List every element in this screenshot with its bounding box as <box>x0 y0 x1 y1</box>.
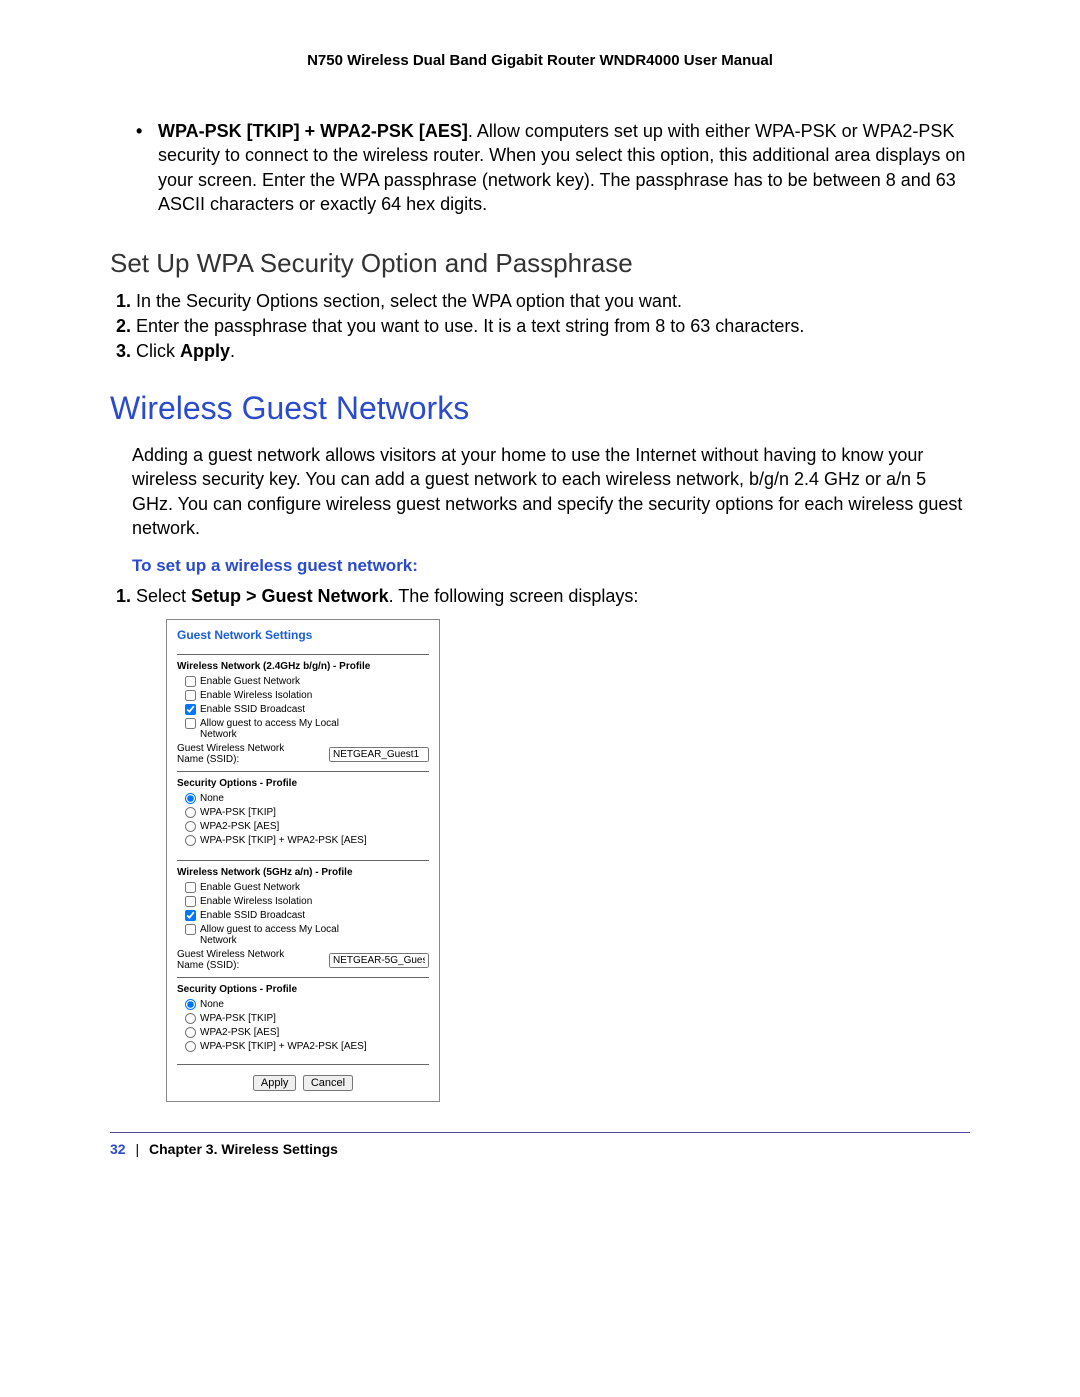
document-title: N750 Wireless Dual Band Gigabit Router W… <box>110 52 970 69</box>
sec-5-wpa2-aes-radio[interactable] <box>185 1027 196 1038</box>
wireless-isolation-5-checkbox[interactable] <box>185 896 196 907</box>
step-2: Enter the passphrase that you want to us… <box>136 316 970 337</box>
cancel-button[interactable]: Cancel <box>303 1075 353 1091</box>
guest-step-1-c: . The following screen displays: <box>389 586 639 606</box>
sec-5-wpa2-aes-label: WPA2-PSK [AES] <box>200 1027 279 1038</box>
sec-5-mixed-label: WPA-PSK [TKIP] + WPA2-PSK [AES] <box>200 1041 367 1052</box>
enable-guest-24-checkbox[interactable] <box>185 676 196 687</box>
ssid-broadcast-24-label: Enable SSID Broadcast <box>200 704 305 715</box>
guest-step-1-b: Setup > Guest Network <box>191 586 389 606</box>
security-24-head: Security Options - Profile <box>177 778 429 789</box>
sec-5-wpa-tkip-label: WPA-PSK [TKIP] <box>200 1013 276 1024</box>
page-number: 32 <box>110 1141 126 1157</box>
ssid-5-input[interactable] <box>329 953 429 968</box>
guest-network-settings-panel: Guest Network Settings Wireless Network … <box>166 619 440 1102</box>
sec-5-none-label: None <box>200 999 224 1010</box>
subhead-setup-guest: To set up a wireless guest network: <box>132 556 970 576</box>
sec-24-wpa2-aes-radio[interactable] <box>185 821 196 832</box>
allow-local-5-label: Allow guest to access My Local Network <box>200 924 340 946</box>
enable-guest-5-checkbox[interactable] <box>185 882 196 893</box>
band-24-head: Wireless Network (2.4GHz b/g/n) - Profil… <box>177 661 429 672</box>
sec-5-none-radio[interactable] <box>185 999 196 1010</box>
sec-24-none-label: None <box>200 793 224 804</box>
apply-button[interactable]: Apply <box>253 1075 297 1091</box>
heading-guest-networks: Wireless Guest Networks <box>110 390 970 427</box>
sec-24-wpa-tkip-label: WPA-PSK [TKIP] <box>200 807 276 818</box>
step-1: In the Security Options section, select … <box>136 291 970 312</box>
heading-setup-wpa: Set Up WPA Security Option and Passphras… <box>110 248 970 279</box>
panel-title: Guest Network Settings <box>177 628 429 642</box>
allow-local-24-checkbox[interactable] <box>185 718 196 729</box>
sec-5-mixed-radio[interactable] <box>185 1041 196 1052</box>
bullet-dot: • <box>136 119 158 216</box>
ssid-24-input[interactable] <box>329 747 429 762</box>
ssid-24-label: Guest Wireless Network Name (SSID): <box>177 743 297 765</box>
chapter-label: Chapter 3. Wireless Settings <box>149 1141 338 1157</box>
bullet-wpa-mixed: • WPA-PSK [TKIP] + WPA2-PSK [AES]. Allow… <box>136 119 970 216</box>
ssid-broadcast-5-label: Enable SSID Broadcast <box>200 910 305 921</box>
sec-24-mixed-radio[interactable] <box>185 835 196 846</box>
enable-guest-24-label: Enable Guest Network <box>200 676 300 687</box>
step-3: Click Apply. <box>136 341 970 362</box>
security-5-head: Security Options - Profile <box>177 984 429 995</box>
ssid-5-label: Guest Wireless Network Name (SSID): <box>177 949 297 971</box>
page-footer: 32 | Chapter 3. Wireless Settings <box>110 1141 970 1157</box>
wireless-isolation-24-label: Enable Wireless Isolation <box>200 690 312 701</box>
guest-intro-paragraph: Adding a guest network allows visitors a… <box>132 443 970 540</box>
steps-guest: Select Setup > Guest Network. The follow… <box>136 586 970 607</box>
sec-24-wpa-tkip-radio[interactable] <box>185 807 196 818</box>
guest-step-1: Select Setup > Guest Network. The follow… <box>136 586 970 607</box>
allow-local-24-label: Allow guest to access My Local Network <box>200 718 340 740</box>
step-3-c: . <box>230 341 235 361</box>
sec-24-mixed-label: WPA-PSK [TKIP] + WPA2-PSK [AES] <box>200 835 367 846</box>
ssid-broadcast-5-checkbox[interactable] <box>185 910 196 921</box>
allow-local-5-checkbox[interactable] <box>185 924 196 935</box>
bullet-lead-bold: WPA-PSK [TKIP] + WPA2-PSK [AES] <box>158 121 468 141</box>
sec-24-wpa2-aes-label: WPA2-PSK [AES] <box>200 821 279 832</box>
wireless-isolation-5-label: Enable Wireless Isolation <box>200 896 312 907</box>
steps-wpa: In the Security Options section, select … <box>136 291 970 362</box>
sec-24-none-radio[interactable] <box>185 793 196 804</box>
enable-guest-5-label: Enable Guest Network <box>200 882 300 893</box>
step-3-b: Apply <box>180 341 230 361</box>
guest-step-1-a: Select <box>136 586 191 606</box>
ssid-broadcast-24-checkbox[interactable] <box>185 704 196 715</box>
step-3-a: Click <box>136 341 180 361</box>
band-5-head: Wireless Network (5GHz a/n) - Profile <box>177 867 429 878</box>
wireless-isolation-24-checkbox[interactable] <box>185 690 196 701</box>
sec-5-wpa-tkip-radio[interactable] <box>185 1013 196 1024</box>
